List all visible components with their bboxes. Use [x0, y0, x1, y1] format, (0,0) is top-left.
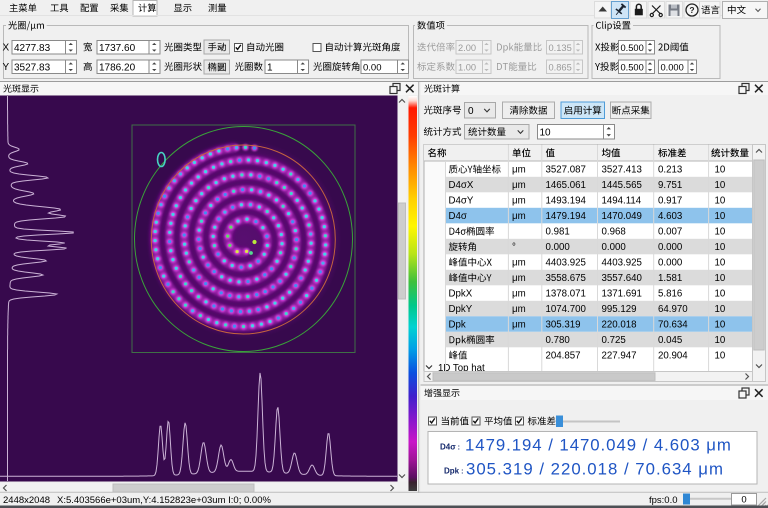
svg-text:0.000: 0.000	[661, 62, 684, 72]
svg-text:204.857: 204.857	[546, 351, 581, 362]
svg-text:1786.20: 1786.20	[99, 62, 136, 73]
svg-text:0.917: 0.917	[658, 196, 682, 207]
svg-text:0.213: 0.213	[658, 165, 682, 176]
svg-text:fps:0.0: fps:0.0	[649, 495, 678, 506]
svg-text:μm: μm	[512, 304, 526, 315]
svg-text:0.000: 0.000	[658, 258, 683, 269]
svg-text:10: 10	[715, 335, 726, 346]
svg-text:10: 10	[715, 242, 726, 253]
svg-text:0.500: 0.500	[621, 62, 644, 72]
svg-text:3527.087: 3527.087	[546, 165, 586, 176]
svg-text:10: 10	[715, 273, 726, 284]
svg-text:Dpk :: Dpk :	[444, 467, 463, 476]
svg-text:1: 1	[267, 62, 273, 73]
svg-text:1465.061: 1465.061	[546, 180, 586, 191]
svg-text:1479.194 / 1470.049 / 4.603 μm: 1479.194 / 1470.049 / 4.603 μm	[465, 436, 732, 455]
svg-text:10: 10	[715, 320, 726, 331]
svg-text:0.00: 0.00	[363, 62, 382, 73]
svg-text:0.000: 0.000	[602, 242, 627, 253]
svg-text:0.865: 0.865	[549, 62, 572, 72]
svg-text:10: 10	[540, 127, 552, 138]
svg-text:1378.071: 1378.071	[546, 289, 586, 300]
svg-text:2.00: 2.00	[458, 43, 476, 53]
svg-text:Dpk: Dpk	[449, 320, 466, 331]
svg-text:10: 10	[715, 165, 726, 176]
svg-text:10: 10	[715, 227, 726, 238]
svg-text:3527.413: 3527.413	[602, 165, 642, 176]
svg-text:3558.675: 3558.675	[546, 273, 586, 284]
svg-text:DpkY: DpkY	[449, 304, 473, 315]
svg-text:10: 10	[715, 211, 726, 222]
svg-text:1493.194: 1493.194	[546, 196, 587, 207]
svg-text:0.981: 0.981	[546, 227, 570, 238]
svg-text:1.00: 1.00	[458, 62, 476, 72]
svg-text:64.970: 64.970	[658, 304, 688, 315]
svg-text:D4σ :: D4σ :	[440, 443, 460, 452]
svg-text:0.045: 0.045	[658, 335, 682, 346]
svg-text:305.319 / 220.018 / 70.634 μm: 305.319 / 220.018 / 70.634 μm	[466, 460, 724, 479]
svg-text:0.007: 0.007	[658, 227, 682, 238]
svg-text:10: 10	[715, 258, 726, 269]
svg-text:D4σ: D4σ	[449, 211, 467, 222]
svg-text:0.725: 0.725	[602, 335, 626, 346]
svg-text:220.018: 220.018	[602, 320, 637, 331]
svg-text:3557.640: 3557.640	[602, 273, 643, 284]
svg-text:2448x2048: 2448x2048	[3, 495, 50, 506]
svg-text:0.135: 0.135	[549, 43, 572, 53]
svg-text:0.500: 0.500	[621, 43, 644, 53]
svg-text:D4σY: D4σY	[449, 196, 474, 207]
svg-text:1737.60: 1737.60	[99, 43, 136, 54]
svg-text:μm: μm	[512, 211, 526, 222]
svg-text:10: 10	[715, 351, 726, 362]
svg-text:10: 10	[715, 196, 726, 207]
svg-text:D4σX: D4σX	[449, 180, 474, 191]
svg-text:μm: μm	[512, 289, 526, 300]
svg-text:1479.194: 1479.194	[546, 211, 587, 222]
svg-text:10: 10	[715, 180, 726, 191]
svg-text:°: °	[512, 242, 516, 253]
svg-text:5.816: 5.816	[658, 289, 682, 300]
svg-text:1470.049: 1470.049	[602, 211, 642, 222]
svg-text:3527.83: 3527.83	[14, 62, 51, 73]
svg-text:4403.925: 4403.925	[546, 258, 586, 269]
svg-text:0.000: 0.000	[546, 242, 571, 253]
svg-text:0.780: 0.780	[546, 335, 571, 346]
svg-text:4403.925: 4403.925	[602, 258, 642, 269]
svg-text:10: 10	[715, 304, 726, 315]
svg-text:1371.691: 1371.691	[602, 289, 642, 300]
svg-text:X: X	[3, 43, 10, 54]
svg-text:305.319: 305.319	[546, 320, 581, 331]
svg-text:9.751: 9.751	[658, 180, 682, 191]
svg-text:μm: μm	[512, 258, 526, 269]
svg-text:0: 0	[468, 106, 474, 117]
svg-text:μm: μm	[512, 180, 526, 191]
svg-text:995.129: 995.129	[602, 304, 637, 315]
svg-text:0: 0	[741, 495, 746, 506]
svg-text:70.634: 70.634	[658, 320, 688, 331]
svg-text:4277.83: 4277.83	[14, 43, 51, 54]
svg-text:20.904: 20.904	[658, 351, 688, 362]
svg-text:μm: μm	[512, 320, 526, 331]
svg-text:10: 10	[715, 289, 726, 300]
svg-text:1.581: 1.581	[658, 273, 682, 284]
svg-text:μm: μm	[512, 273, 526, 284]
svg-text:Y: Y	[3, 62, 10, 73]
svg-text:μm: μm	[512, 165, 526, 176]
svg-text:0.000: 0.000	[658, 242, 683, 253]
svg-text:DpkX: DpkX	[449, 289, 473, 300]
svg-text:1445.565: 1445.565	[602, 180, 642, 191]
svg-text:X:5.403566e+03um,Y:4.152823e+0: X:5.403566e+03um,Y:4.152823e+03um I:0; 0…	[57, 495, 271, 506]
svg-text:1074.700: 1074.700	[546, 304, 587, 315]
svg-text:1494.114: 1494.114	[602, 196, 642, 207]
svg-text:0.968: 0.968	[602, 227, 626, 238]
svg-text:μm: μm	[512, 196, 526, 207]
svg-text:4.603: 4.603	[658, 211, 682, 222]
svg-text:?: ?	[689, 5, 694, 15]
svg-text:227.947: 227.947	[602, 351, 637, 362]
